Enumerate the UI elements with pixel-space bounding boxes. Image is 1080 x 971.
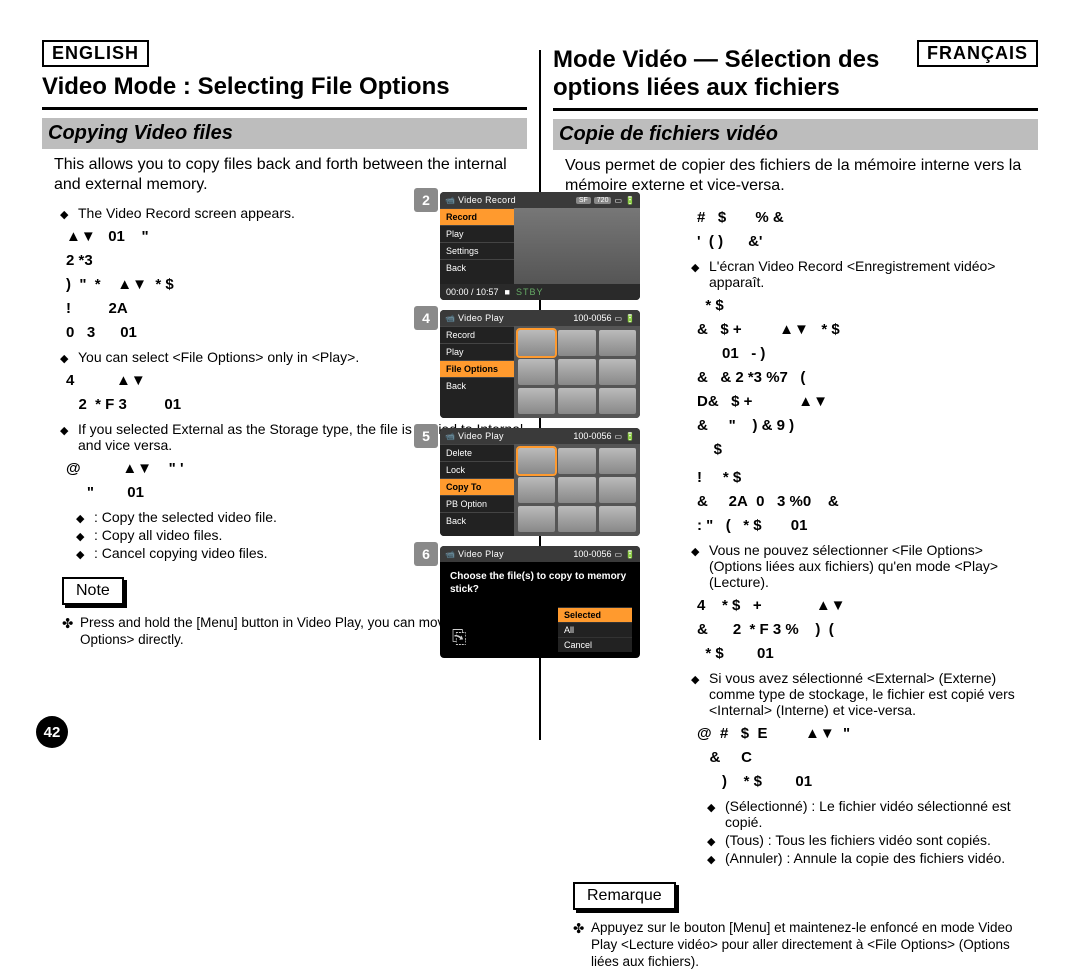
camera-icon: 📹: [445, 550, 455, 559]
copy-icon: ⎘: [452, 627, 466, 648]
battery-icon: 🔋: [625, 432, 635, 441]
thumbnail[interactable]: [518, 506, 555, 532]
thumbnail[interactable]: [599, 330, 636, 356]
menu-item[interactable]: Copy To: [440, 478, 514, 495]
bullet-fr-3: Si vous avez sélectionné <External> (Ext…: [709, 670, 1038, 718]
menu-item[interactable]: Delete: [440, 444, 514, 461]
camera-icon: 📹: [445, 314, 455, 323]
screenshots-column: 2 📹 Video Record SF 720 ▭ 🔋 Record Play …: [418, 192, 642, 668]
screenshot-2: 2 📹 Video Record SF 720 ▭ 🔋 Record Play …: [418, 192, 642, 300]
bullet-fr-2: Vous ne pouvez sélectionner <File Option…: [709, 542, 1038, 590]
size-badge: 720: [594, 197, 612, 204]
dialog-option[interactable]: Selected: [558, 607, 632, 622]
lcd-title: Video Record: [458, 195, 573, 205]
lcd-title: Video Play: [458, 313, 570, 323]
step-badge-2: 2: [414, 188, 438, 212]
menu-item[interactable]: Play: [440, 225, 514, 242]
thumbnail[interactable]: [599, 359, 636, 385]
thumbnail[interactable]: [599, 477, 636, 503]
screenshot-6: 6 📹 Video Play 100-0056 ▭ 🔋 Choose the f…: [418, 546, 642, 658]
thumbnail[interactable]: [518, 448, 555, 474]
thumbnail[interactable]: [558, 448, 595, 474]
camera-icon: 📹: [445, 196, 455, 205]
thumbnail[interactable]: [558, 388, 595, 414]
battery-icon: 🔋: [625, 196, 635, 205]
dialog-text: Choose the file(s) to copy to memory sti…: [440, 562, 640, 600]
lcd-title: Video Play: [458, 431, 570, 441]
battery-icon: 🔋: [625, 550, 635, 559]
opt-selected-fr: (Sélectionné) : Le fichier vidéo sélecti…: [725, 798, 1038, 830]
menu-item[interactable]: Back: [440, 259, 514, 276]
camera-icon: 📹: [445, 432, 455, 441]
card-icon: ▭: [614, 314, 622, 323]
menu-item[interactable]: Play: [440, 343, 514, 360]
menu-item[interactable]: Back: [440, 377, 514, 394]
step-badge-4: 4: [414, 306, 438, 330]
step2-fr: # $ % & ' ( ) &': [697, 206, 1034, 254]
record-preview: [514, 208, 640, 284]
quality-badge: SF: [576, 197, 591, 204]
step5-fr: ! * $ & 2A 0 3 %0 & : " ( * $ 01: [697, 466, 1034, 538]
folder-label: 100-0056: [573, 549, 611, 559]
menu-item[interactable]: File Options: [440, 360, 514, 377]
thumbnail[interactable]: [518, 359, 555, 385]
title-english: Video Mode : Selecting File Options: [42, 69, 527, 110]
card-icon: ▭: [614, 432, 622, 441]
folder-label: 100-0056: [573, 431, 611, 441]
note-label-en: Note: [62, 577, 124, 605]
intro-para-en: This allows you to copy files back and f…: [54, 155, 523, 195]
note-text-fr: Appuyez sur le bouton [Menu] et maintene…: [591, 920, 1038, 971]
step-badge-5: 5: [414, 424, 438, 448]
menu-item[interactable]: Lock: [440, 461, 514, 478]
lcd-menu-4: Record Play File Options Back: [440, 326, 514, 418]
step3-fr: * $ & $ + ▲▼ * $ 01 - ) & & 2 *3 %7 ( D&…: [697, 294, 1034, 462]
thumbnail[interactable]: [558, 359, 595, 385]
step6-fr: 4 * $ + ▲▼ & 2 * F 3 % ) ( * $ 01: [697, 594, 1034, 666]
lcd-menu-2: Record Play Settings Back: [440, 208, 514, 284]
folder-label: 100-0056: [573, 313, 611, 323]
thumbnail[interactable]: [558, 330, 595, 356]
screenshot-4: 4 📹 Video Play 100-0056 ▭ 🔋 Record Play …: [418, 310, 642, 418]
thumbnail[interactable]: [558, 477, 595, 503]
bullet-fr-1: L'écran Video Record <Enregistrement vid…: [709, 258, 1038, 290]
lang-badge-french: FRANÇAIS: [917, 40, 1038, 67]
screenshot-5: 5 📹 Video Play 100-0056 ▭ 🔋 Delete Lock …: [418, 428, 642, 536]
note-label-fr: Remarque: [573, 882, 676, 910]
lcd-title: Video Play: [458, 549, 570, 559]
card-icon: ▭: [614, 550, 622, 559]
thumbnail-grid: [514, 326, 640, 418]
lcd-menu-5: Delete Lock Copy To PB Option Back: [440, 444, 514, 536]
card-icon: ▭: [614, 196, 622, 205]
step7-fr: @ # $ E ▲▼ " & C ) * $ 01: [697, 722, 1034, 794]
stby-label: STBY: [516, 287, 544, 297]
menu-item[interactable]: Settings: [440, 242, 514, 259]
thumbnail[interactable]: [599, 388, 636, 414]
section-heading-fr: Copie de fichiers vidéo: [553, 119, 1038, 150]
thumbnail[interactable]: [518, 330, 555, 356]
menu-item[interactable]: Back: [440, 512, 514, 529]
section-heading-en: Copying Video files: [42, 118, 527, 149]
menu-item[interactable]: Record: [440, 326, 514, 343]
thumbnail[interactable]: [558, 506, 595, 532]
lang-badge-english: ENGLISH: [42, 40, 149, 67]
dialog-option[interactable]: All: [558, 622, 632, 637]
thumbnail[interactable]: [518, 477, 555, 503]
opt-cancel-fr: (Annuler) : Annule la copie des fichiers…: [725, 850, 1038, 866]
step-badge-6: 6: [414, 542, 438, 566]
opt-all-fr: (Tous) : Tous les fichiers vidéo sont co…: [725, 832, 1038, 848]
page-number: 42: [36, 716, 68, 748]
dialog-options: Selected All Cancel: [558, 607, 632, 652]
intro-para-fr: Vous permet de copier des fichiers de la…: [565, 156, 1034, 196]
thumbnail[interactable]: [599, 448, 636, 474]
time-counter: 00:00 / 10:57: [446, 287, 499, 297]
battery-icon: 🔋: [625, 314, 635, 323]
menu-item[interactable]: PB Option: [440, 495, 514, 512]
thumbnail[interactable]: [599, 506, 636, 532]
menu-item[interactable]: Record: [440, 208, 514, 225]
thumbnail-grid: [514, 444, 640, 536]
dialog-option[interactable]: Cancel: [558, 637, 632, 652]
thumbnail[interactable]: [518, 388, 555, 414]
